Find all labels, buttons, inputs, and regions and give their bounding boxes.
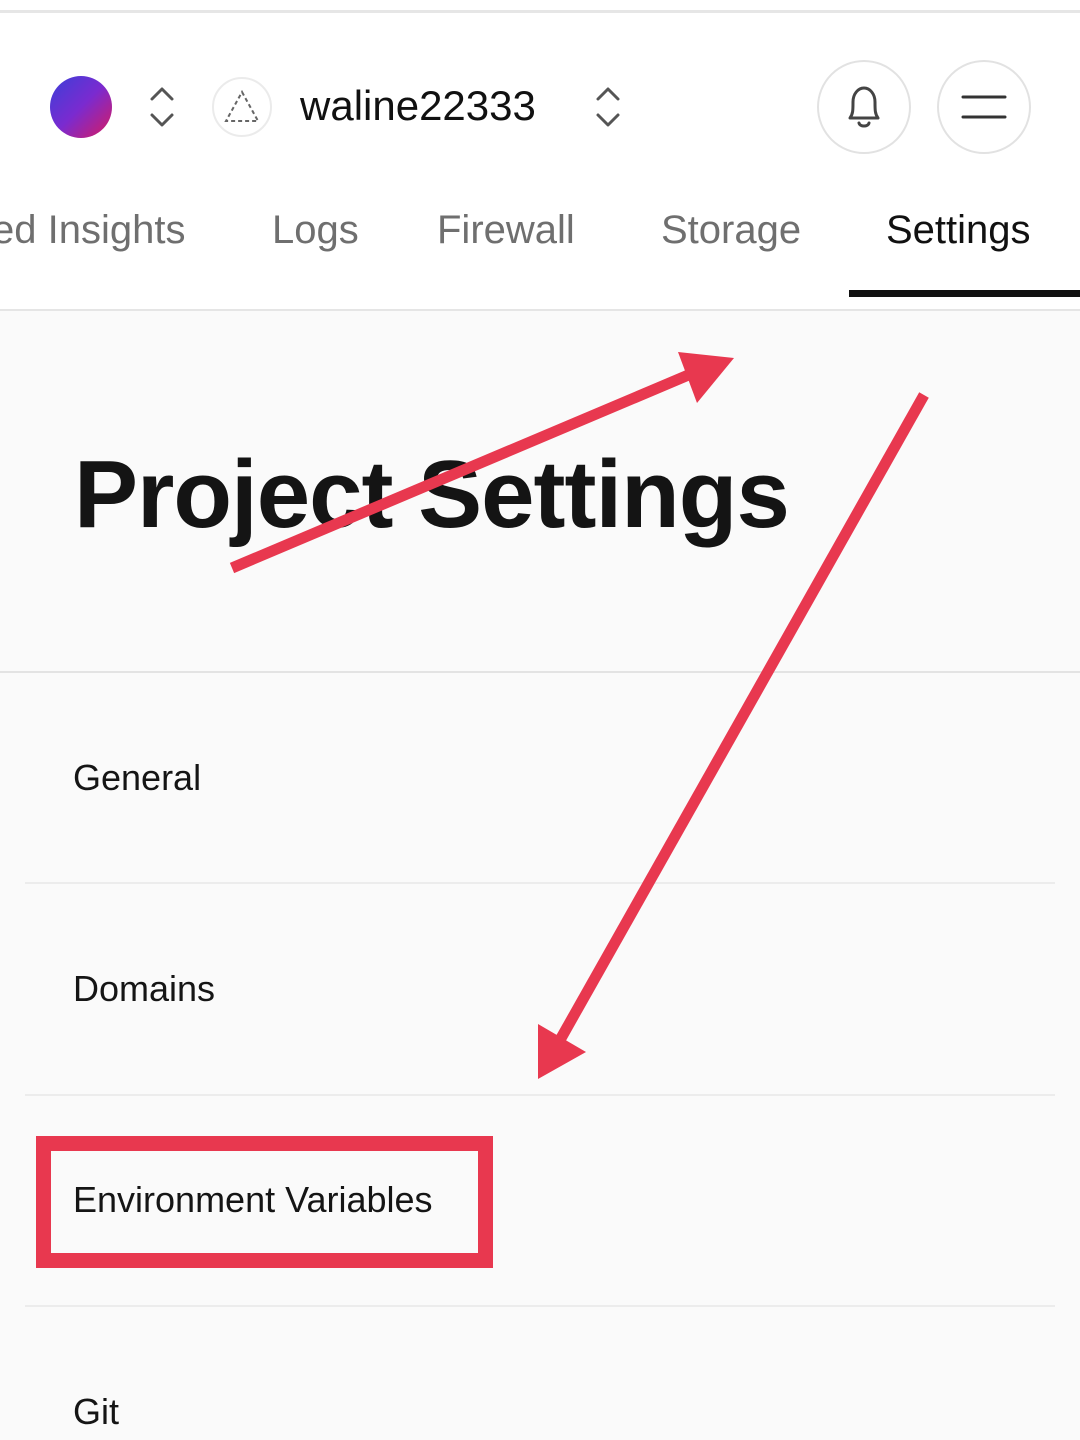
notifications-button[interactable] <box>817 60 911 154</box>
page: waline22333 ed Insights Logs Firewall St… <box>0 0 1080 1440</box>
triangle-icon <box>224 89 260 122</box>
chevron-up-down-icon <box>596 87 620 127</box>
tab-firewall[interactable]: Firewall <box>437 202 575 262</box>
tab-speed-insights[interactable]: ed Insights <box>0 202 185 262</box>
project-tabs: ed Insights Logs Firewall Storage Settin… <box>0 202 1080 262</box>
menu-icon <box>961 95 1007 119</box>
annotation-highlight-box <box>36 1136 493 1268</box>
chevron-up-down-icon <box>150 87 174 127</box>
menu-button[interactable] <box>937 60 1031 154</box>
tab-logs[interactable]: Logs <box>272 202 359 262</box>
title-divider <box>0 671 1080 673</box>
tab-storage[interactable]: Storage <box>661 202 801 262</box>
page-title: Project Settings <box>74 441 790 548</box>
active-tab-indicator <box>849 290 1080 297</box>
team-switcher-button[interactable] <box>146 83 178 131</box>
nav-divider <box>25 1094 1055 1096</box>
tab-settings[interactable]: Settings <box>886 202 1031 262</box>
top-header: waline22333 <box>0 13 1080 311</box>
nav-divider <box>25 882 1055 884</box>
nav-divider <box>25 1305 1055 1307</box>
settings-nav-domains[interactable]: Domains <box>73 966 215 1012</box>
annotation-arrowhead <box>678 352 734 403</box>
project-avatar[interactable] <box>212 77 272 137</box>
team-avatar[interactable] <box>50 76 112 138</box>
settings-nav-git[interactable]: Git <box>73 1389 119 1435</box>
annotation-arrowhead <box>538 1024 586 1079</box>
bell-icon <box>848 86 880 128</box>
project-switcher-button[interactable] <box>592 83 624 131</box>
settings-nav-general[interactable]: General <box>73 755 201 801</box>
project-name[interactable]: waline22333 <box>300 81 536 131</box>
browser-top-edge <box>0 0 1080 13</box>
